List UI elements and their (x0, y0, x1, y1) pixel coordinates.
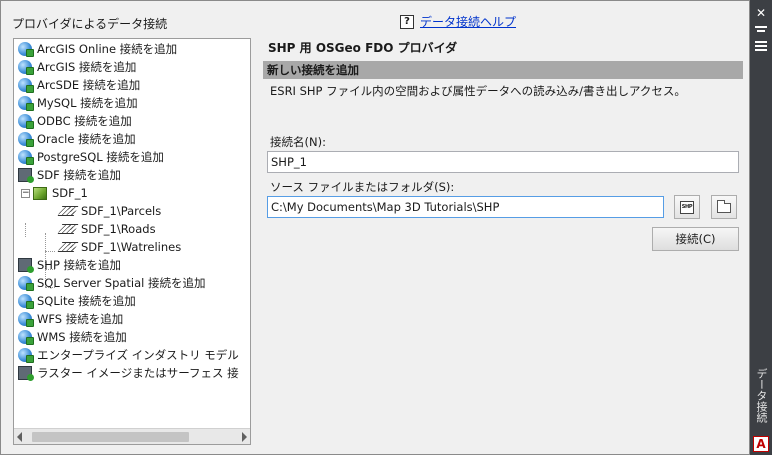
database-icon (18, 366, 34, 381)
tree-item-label: Oracle 接続を追加 (37, 132, 136, 146)
horizontal-scrollbar[interactable] (14, 428, 250, 444)
cube-icon (33, 186, 47, 200)
tree-item-label: ArcSDE 接続を追加 (37, 78, 141, 92)
tree-item-label: SQL Server Spatial 接続を追加 (37, 276, 206, 290)
tree-item-label: WMS 接続を追加 (37, 330, 127, 344)
tree-item-sdf[interactable]: SDF 接続を追加 (18, 166, 121, 184)
tree-item-sdf-1-watrelines[interactable]: SDF_1\Watrelines (57, 238, 182, 256)
tree-item-odbc[interactable]: ODBC 接続を追加 (18, 112, 132, 130)
scroll-thumb[interactable] (32, 432, 189, 442)
shp-file-icon: SHP (680, 200, 694, 214)
source-label: ソース ファイルまたはフォルダ(S): (270, 180, 455, 194)
provider-title: SHP 用 OSGeo FDO プロバイダ (268, 41, 458, 55)
palette-title: データ接続 (755, 368, 768, 423)
tree-item-label: ラスター イメージまたはサーフェス 接 (37, 366, 239, 380)
tree-item-label: WFS 接続を追加 (37, 312, 124, 326)
tree-item-label: ArcGIS 接続を追加 (37, 60, 137, 74)
provider-tree[interactable]: ArcGIS Online 接続を追加 ArcGIS 接続を追加 ArcSDE … (13, 38, 251, 445)
source-path-field[interactable]: C:\My Documents\Map 3D Tutorials\SHP (267, 196, 664, 218)
tree-item-label: エンタープライズ インダストリ モデル (37, 348, 239, 362)
tree-item-oracle[interactable]: Oracle 接続を追加 (18, 130, 136, 148)
help-area: ? データ接続ヘルプ (400, 13, 516, 30)
tree-item-label: ODBC 接続を追加 (37, 114, 132, 128)
tree-item-sqlite[interactable]: SQLite 接続を追加 (18, 292, 136, 310)
database-icon (18, 258, 34, 273)
tree-item-arcgis[interactable]: ArcGIS 接続を追加 (18, 58, 136, 76)
globe-icon (18, 60, 34, 75)
help-link[interactable]: データ接続ヘルプ (420, 13, 516, 30)
layer-icon (57, 242, 79, 252)
globe-icon (18, 96, 34, 111)
provider-description: ESRI SHP ファイル内の空間および属性データへの読み込み/書き出しアクセス… (270, 84, 686, 98)
globe-icon (18, 150, 34, 165)
tree-item-label: SHP 接続を追加 (37, 258, 122, 272)
tree-connector (45, 251, 55, 252)
close-icon[interactable]: ✕ (754, 6, 768, 20)
connection-name-field[interactable]: SHP_1 (267, 151, 739, 173)
tree-item-label: SDF_1\Parcels (81, 204, 162, 218)
globe-icon (18, 312, 34, 327)
globe-icon (18, 294, 34, 309)
tree-item-mysql[interactable]: MySQL 接続を追加 (18, 94, 138, 112)
help-icon[interactable]: ? (400, 14, 414, 29)
tree-item-raster-image[interactable]: ラスター イメージまたはサーフェス 接 (18, 364, 239, 382)
tree-connector (25, 223, 26, 237)
browse-folder-button[interactable] (711, 195, 737, 219)
tree-item-postgresql[interactable]: PostgreSQL 接続を追加 (18, 148, 164, 166)
globe-icon (18, 132, 34, 147)
tree-item-label: ArcGIS Online 接続を追加 (37, 42, 178, 56)
scroll-right-icon[interactable] (242, 432, 247, 442)
tree-item-sdf-1-roads[interactable]: SDF_1\Roads (57, 220, 156, 238)
tree-item-label: SDF_1 (52, 186, 88, 200)
properties-icon[interactable] (754, 40, 768, 54)
connect-button[interactable]: 接続(C) (652, 227, 739, 251)
database-icon (18, 168, 34, 183)
autodesk-logo: A (753, 436, 769, 452)
globe-icon (18, 276, 34, 291)
tree-item-arcgis-online[interactable]: ArcGIS Online 接続を追加 (18, 40, 177, 58)
layer-icon (57, 206, 79, 216)
tree-item-wfs[interactable]: WFS 接続を追加 (18, 310, 123, 328)
section-header: 新しい接続を追加 (263, 61, 743, 79)
layer-icon (57, 224, 79, 234)
globe-icon (18, 114, 34, 129)
globe-icon (18, 42, 34, 57)
tree-item-sqlserver-spatial[interactable]: SQL Server Spatial 接続を追加 (18, 274, 206, 292)
tree-item-wms[interactable]: WMS 接続を追加 (18, 328, 127, 346)
tree-item-sdf-1-parcels[interactable]: SDF_1\Parcels (57, 202, 162, 220)
globe-icon (18, 330, 34, 345)
select-shp-file-button[interactable]: SHP (674, 195, 700, 219)
palette-side-strip: ✕ データ接続 A (750, 0, 772, 455)
globe-icon (18, 78, 34, 93)
tree-item-label: SQLite 接続を追加 (37, 294, 136, 308)
tree-item-label: SDF 接続を追加 (37, 168, 121, 182)
tree-item-label: PostgreSQL 接続を追加 (37, 150, 164, 164)
tree-item-sdf-1[interactable]: − SDF_1 (21, 184, 88, 202)
globe-icon (18, 348, 34, 363)
tree-item-enterprise-industry-model[interactable]: エンタープライズ インダストリ モデル (18, 346, 239, 364)
tree-item-arcsde[interactable]: ArcSDE 接続を追加 (18, 76, 140, 94)
providers-label: プロバイダによるデータ接続 (12, 17, 168, 31)
collapse-toggle[interactable]: − (21, 188, 30, 198)
tree-item-shp[interactable]: SHP 接続を追加 (18, 256, 121, 274)
connection-name-label: 接続名(N): (270, 135, 326, 149)
tree-item-label: SDF_1\Watrelines (81, 240, 182, 254)
tree-item-label: MySQL 接続を追加 (37, 96, 138, 110)
auto-hide-icon[interactable] (754, 24, 768, 38)
data-connect-panel: プロバイダによるデータ接続 ? データ接続ヘルプ ArcGIS Online 接… (0, 0, 750, 455)
scroll-left-icon[interactable] (17, 432, 22, 442)
tree-item-label: SDF_1\Roads (81, 222, 156, 236)
folder-icon (717, 200, 731, 213)
